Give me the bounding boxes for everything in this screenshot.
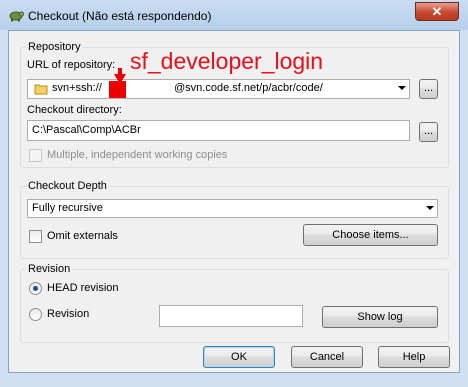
ok-button[interactable]: OK [203,346,275,368]
browse-dir-button[interactable]: ... [419,122,438,142]
folder-icon [34,83,48,98]
chevron-down-icon[interactable] [426,206,434,210]
title-bar[interactable]: Checkout (Não está respondendo) ✕ [0,0,468,30]
depth-group-label: Checkout Depth [26,180,109,192]
tortoisesvn-icon [8,8,24,22]
multiple-label: Multiple, independent working copies [47,149,228,161]
revision-group-label: Revision [26,263,73,275]
url-prefix: svn+ssh:// [52,82,102,94]
head-revision-label: HEAD revision [47,282,119,294]
checkout-dir-label: Checkout directory: [27,104,122,116]
choose-items-button[interactable]: Choose items... [303,224,438,246]
dialog-client: Repository URL of repository: svn+ssh://… [8,30,460,373]
checkout-dir-value: C:\Pascal\Comp\ACBr [32,124,141,136]
revision-radio[interactable] [29,308,42,321]
browse-url-button[interactable]: ... [419,79,438,99]
head-revision-radio[interactable] [29,282,42,295]
depth-combobox[interactable]: Fully recursive [27,199,438,218]
omit-externals-checkbox[interactable] [29,230,42,243]
help-button[interactable]: Help [378,346,450,368]
show-log-button[interactable]: Show log [322,306,438,328]
cancel-button[interactable]: Cancel [291,346,363,368]
repository-group-label: Repository [26,41,83,53]
depth-group: Checkout Depth [20,180,449,259]
checkout-dir-input[interactable]: C:\Pascal\Comp\ACBr [27,120,410,141]
multiple-checkbox[interactable] [29,149,42,162]
close-button[interactable]: ✕ [415,2,459,21]
revision-input[interactable] [159,305,303,327]
url-suffix: @svn.code.sf.net/p/acbr/code/ [174,82,323,94]
url-combobox[interactable]: svn+ssh:// @svn.code.sf.net/p/acbr/code/ [27,79,410,99]
revision-label: Revision [47,308,90,320]
radio-selected-dot [33,286,38,291]
annotation-text: sf_developer_login [130,48,324,74]
redaction-block [109,81,126,98]
url-label: URL of repository: [27,59,116,71]
depth-selected: Fully recursive [32,202,103,214]
chevron-down-icon[interactable] [398,86,406,90]
omit-externals-label: Omit externals [47,230,118,242]
window-title: Checkout (Não está respondendo) [28,9,212,23]
